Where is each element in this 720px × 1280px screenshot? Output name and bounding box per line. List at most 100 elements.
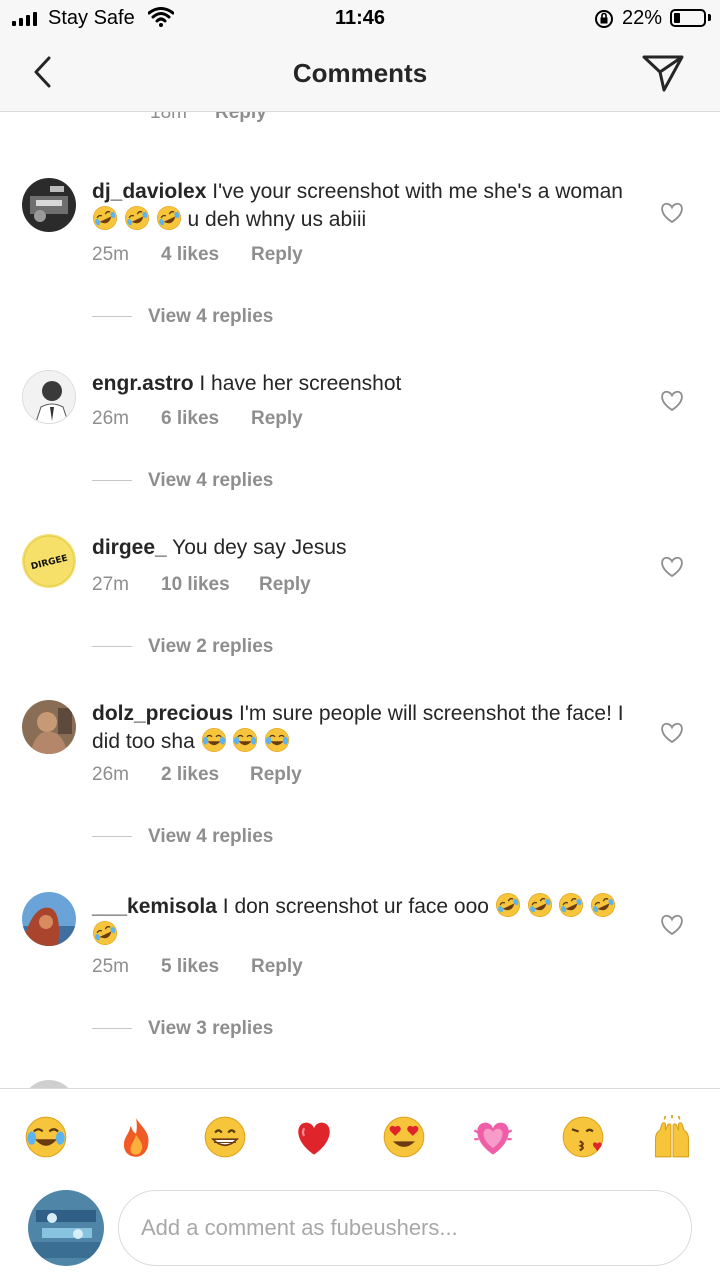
quick-emoji-grin-icon[interactable] <box>203 1115 247 1159</box>
avatar[interactable] <box>22 178 76 232</box>
comment-meta: 26m 2 likes Reply <box>92 764 302 786</box>
comment-meta: 27m 10 likes Reply <box>92 574 311 596</box>
rofl-emoji-icon <box>591 892 616 918</box>
view-replies-button[interactable]: View 2 replies <box>92 636 273 658</box>
rofl-emoji-icon <box>92 205 118 231</box>
rofl-emoji-icon <box>92 205 118 231</box>
comment-composer <box>0 1182 720 1280</box>
rotation-lock-icon <box>595 10 613 28</box>
comment-meta: 26m 6 likes Reply <box>92 408 303 430</box>
view-replies-button[interactable]: View 3 replies <box>92 1018 273 1040</box>
rofl-emoji-icon <box>559 892 584 918</box>
comment-username[interactable]: ___kemisola <box>92 895 217 918</box>
status-bar: Stay Safe 11:46 22% <box>0 0 720 38</box>
comment-username[interactable]: dj_daviolex <box>92 180 206 203</box>
comment-username[interactable]: engr.astro <box>92 372 194 395</box>
likes-count[interactable]: 4 likes <box>161 244 219 266</box>
view-replies-label: View 2 replies <box>148 636 274 657</box>
comment-meta: 25m 4 likes Reply <box>92 244 303 266</box>
comment-body: engr.astro I have her screenshot <box>92 370 632 397</box>
comment-time: 26m <box>92 764 129 785</box>
like-heart-icon[interactable] <box>660 722 684 744</box>
growing-heart-emoji-icon <box>473 1122 513 1155</box>
rofl-emoji-icon <box>92 920 118 946</box>
avatar[interactable] <box>22 700 76 754</box>
view-replies-label: View 3 replies <box>148 1018 274 1039</box>
view-replies-label: View 4 replies <box>148 826 274 847</box>
joy-emoji-icon <box>25 1116 67 1158</box>
comment-time: 25m <box>92 244 129 265</box>
rofl-emoji-icon <box>156 205 182 231</box>
avatar[interactable] <box>22 370 76 424</box>
joy-emoji-icon <box>201 727 227 753</box>
like-heart-icon[interactable] <box>660 556 684 578</box>
quick-emoji-fire-icon[interactable] <box>114 1115 158 1159</box>
reply-button[interactable]: Reply <box>250 764 302 786</box>
quick-emoji-joy-icon[interactable] <box>24 1115 68 1159</box>
battery-fill <box>674 13 681 23</box>
comment-time: 26m <box>92 408 129 429</box>
comment-text: u deh whny us abiii <box>187 208 367 231</box>
replies-divider <box>92 836 132 838</box>
comment-text: I have her screenshot <box>199 372 402 395</box>
heart-eyes-emoji-icon <box>383 1116 425 1158</box>
partial-comment-meta: 18m Reply <box>150 112 267 124</box>
quick-emoji-red-heart-icon[interactable] <box>292 1115 336 1159</box>
like-heart-icon[interactable] <box>660 390 684 412</box>
comment-body: dirgee_ You dey say Jesus <box>92 534 632 561</box>
likes-count[interactable]: 2 likes <box>161 764 219 786</box>
comment-username[interactable]: dirgee_ <box>92 536 167 559</box>
view-replies-label: View 4 replies <box>148 306 274 327</box>
kissing-heart-emoji-icon <box>562 1116 604 1158</box>
reply-button[interactable]: Reply <box>259 574 311 596</box>
quick-emoji-kissing-heart-icon[interactable] <box>561 1115 605 1159</box>
like-heart-icon[interactable] <box>660 202 684 224</box>
reply-button[interactable]: Reply <box>251 956 303 978</box>
grin-emoji-icon <box>204 1116 246 1158</box>
view-replies-button[interactable]: View 4 replies <box>92 306 273 328</box>
joy-emoji-icon <box>201 727 226 753</box>
comment-body: dj_daviolex I've your screenshot with me… <box>92 178 632 233</box>
rofl-emoji-icon <box>156 205 181 231</box>
comment-text: I don screenshot ur face ooo <box>222 895 489 918</box>
comment-body: ___kemisola I don screenshot ur face ooo <box>92 892 632 948</box>
battery-tip <box>708 14 711 21</box>
rofl-emoji-icon <box>527 892 552 918</box>
partial-next-avatar <box>22 1080 76 1088</box>
likes-count[interactable]: 6 likes <box>161 408 219 430</box>
reply-button[interactable]: Reply <box>251 244 303 266</box>
comment-text: You dey say Jesus <box>172 536 347 559</box>
comment-input[interactable] <box>118 1190 692 1266</box>
reply-button[interactable]: Reply <box>215 112 267 123</box>
comment-time: 25m <box>92 956 129 977</box>
view-replies-button[interactable]: View 4 replies <box>92 826 273 848</box>
quick-emoji-growing-heart-icon[interactable] <box>471 1115 515 1159</box>
comment-time: 18m <box>150 112 187 123</box>
avatar[interactable]: DIRGEE <box>22 534 76 588</box>
comment-time: 27m <box>92 574 129 595</box>
rofl-emoji-icon <box>558 892 584 918</box>
fire-emoji-icon <box>123 1118 149 1157</box>
comment-text: I've your screenshot with me she's a wom… <box>212 180 623 203</box>
red-heart-emoji-icon <box>298 1122 330 1155</box>
direct-share-icon[interactable] <box>640 52 686 94</box>
view-replies-button[interactable]: View 4 replies <box>92 470 273 492</box>
replies-divider <box>92 480 132 482</box>
likes-count[interactable]: 5 likes <box>161 956 219 978</box>
comments-list[interactable]: 18m Reply dj_daviolex I've your screensho… <box>0 112 720 1088</box>
likes-count[interactable]: 10 likes <box>161 574 230 596</box>
comment-meta: 25m 5 likes Reply <box>92 956 303 978</box>
current-user-avatar[interactable] <box>28 1190 104 1266</box>
comment-username[interactable]: dolz_precious <box>92 702 233 725</box>
page-title: Comments <box>292 58 428 88</box>
quick-emoji-raised-hands-icon[interactable] <box>650 1115 694 1159</box>
rofl-emoji-icon <box>590 892 616 918</box>
reply-button[interactable]: Reply <box>251 408 303 430</box>
joy-emoji-icon <box>264 727 290 753</box>
avatar[interactable] <box>22 892 76 946</box>
quick-emoji-heart-eyes-icon[interactable] <box>382 1115 426 1159</box>
joy-emoji-icon <box>233 727 258 753</box>
like-heart-icon[interactable] <box>660 914 684 936</box>
joy-emoji-icon <box>265 727 290 753</box>
battery-icon <box>670 9 706 27</box>
